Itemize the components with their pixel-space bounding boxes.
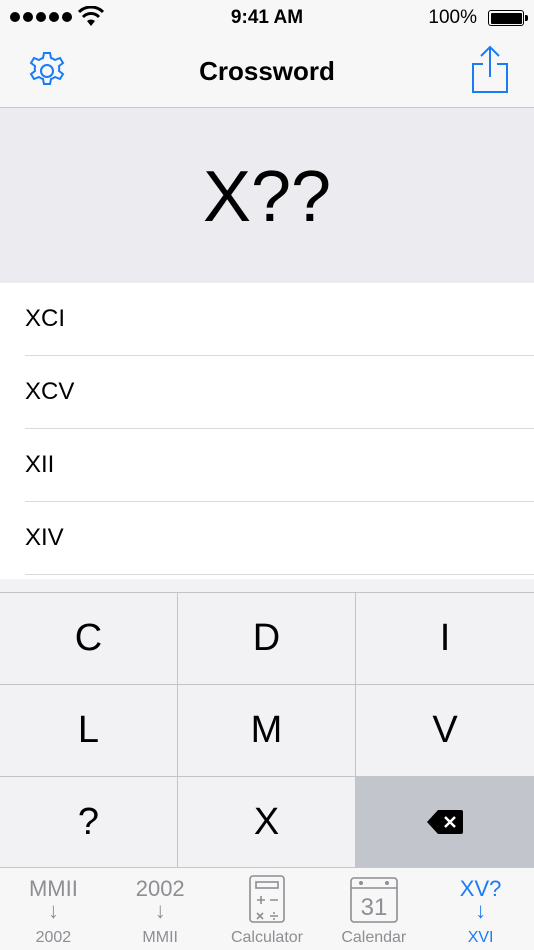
tab-label: MMII [142,929,178,946]
tab-label: 2002 [35,929,72,946]
list-item[interactable]: XIV [25,502,534,575]
list-item-label: XCI [25,305,66,332]
tab-label: XVI [467,929,494,946]
tab-crossword[interactable]: XV? ↓ XVI [427,868,534,950]
list-item-label: XII [25,451,55,478]
down-arrow-icon: ↓ [475,898,487,923]
list-item[interactable]: XCV [25,356,534,429]
key-d[interactable]: D [178,593,356,685]
down-arrow-icon: ↓ [47,898,59,923]
keypad: C D I L M V ? X [0,592,534,868]
navigation-bar: Crossword [0,36,534,108]
query-display: X?? [0,108,534,283]
list-item-label: XCV [25,378,75,405]
share-icon[interactable] [470,44,510,96]
tab-calculator[interactable]: Calculator [214,868,321,950]
tab-roman-to-number[interactable]: MMII ↓ 2002 [0,868,107,950]
key-i[interactable]: I [356,593,534,685]
battery-icon [488,10,528,26]
calendar-day-text: 31 [360,894,387,921]
key-wildcard[interactable]: ? [0,777,178,868]
status-bar: 9:41 AM 100% [0,0,534,36]
key-c[interactable]: C [0,593,178,685]
page-title: Crossword [199,56,335,86]
down-arrow-icon: ↓ [154,898,166,923]
calendar-icon: 31 [349,877,398,923]
query-text: X?? [202,157,332,237]
key-v[interactable]: V [356,685,534,777]
delete-button[interactable] [356,777,534,868]
key-x[interactable]: X [178,777,356,868]
results-list: XCI XCV XII XIV [0,283,534,579]
tab-label: Calendar [341,929,407,946]
tab-bar: MMII ↓ 2002 2002 ↓ MMII Calculator 31 Ca… [0,867,534,950]
tab-label: Calculator [230,929,303,946]
list-item[interactable]: XCI [25,283,534,356]
backspace-icon [427,810,463,834]
list-item[interactable]: XII [25,429,534,502]
list-item-label: XIV [25,524,64,551]
battery-percent: 100% [428,7,477,28]
key-l[interactable]: L [0,685,178,777]
keypad-gap [0,579,534,592]
tab-number-to-roman[interactable]: 2002 ↓ MMII [107,868,214,950]
tab-calendar[interactable]: 31 Calendar [320,868,427,950]
calculator-icon [249,875,285,923]
key-m[interactable]: M [178,685,356,777]
